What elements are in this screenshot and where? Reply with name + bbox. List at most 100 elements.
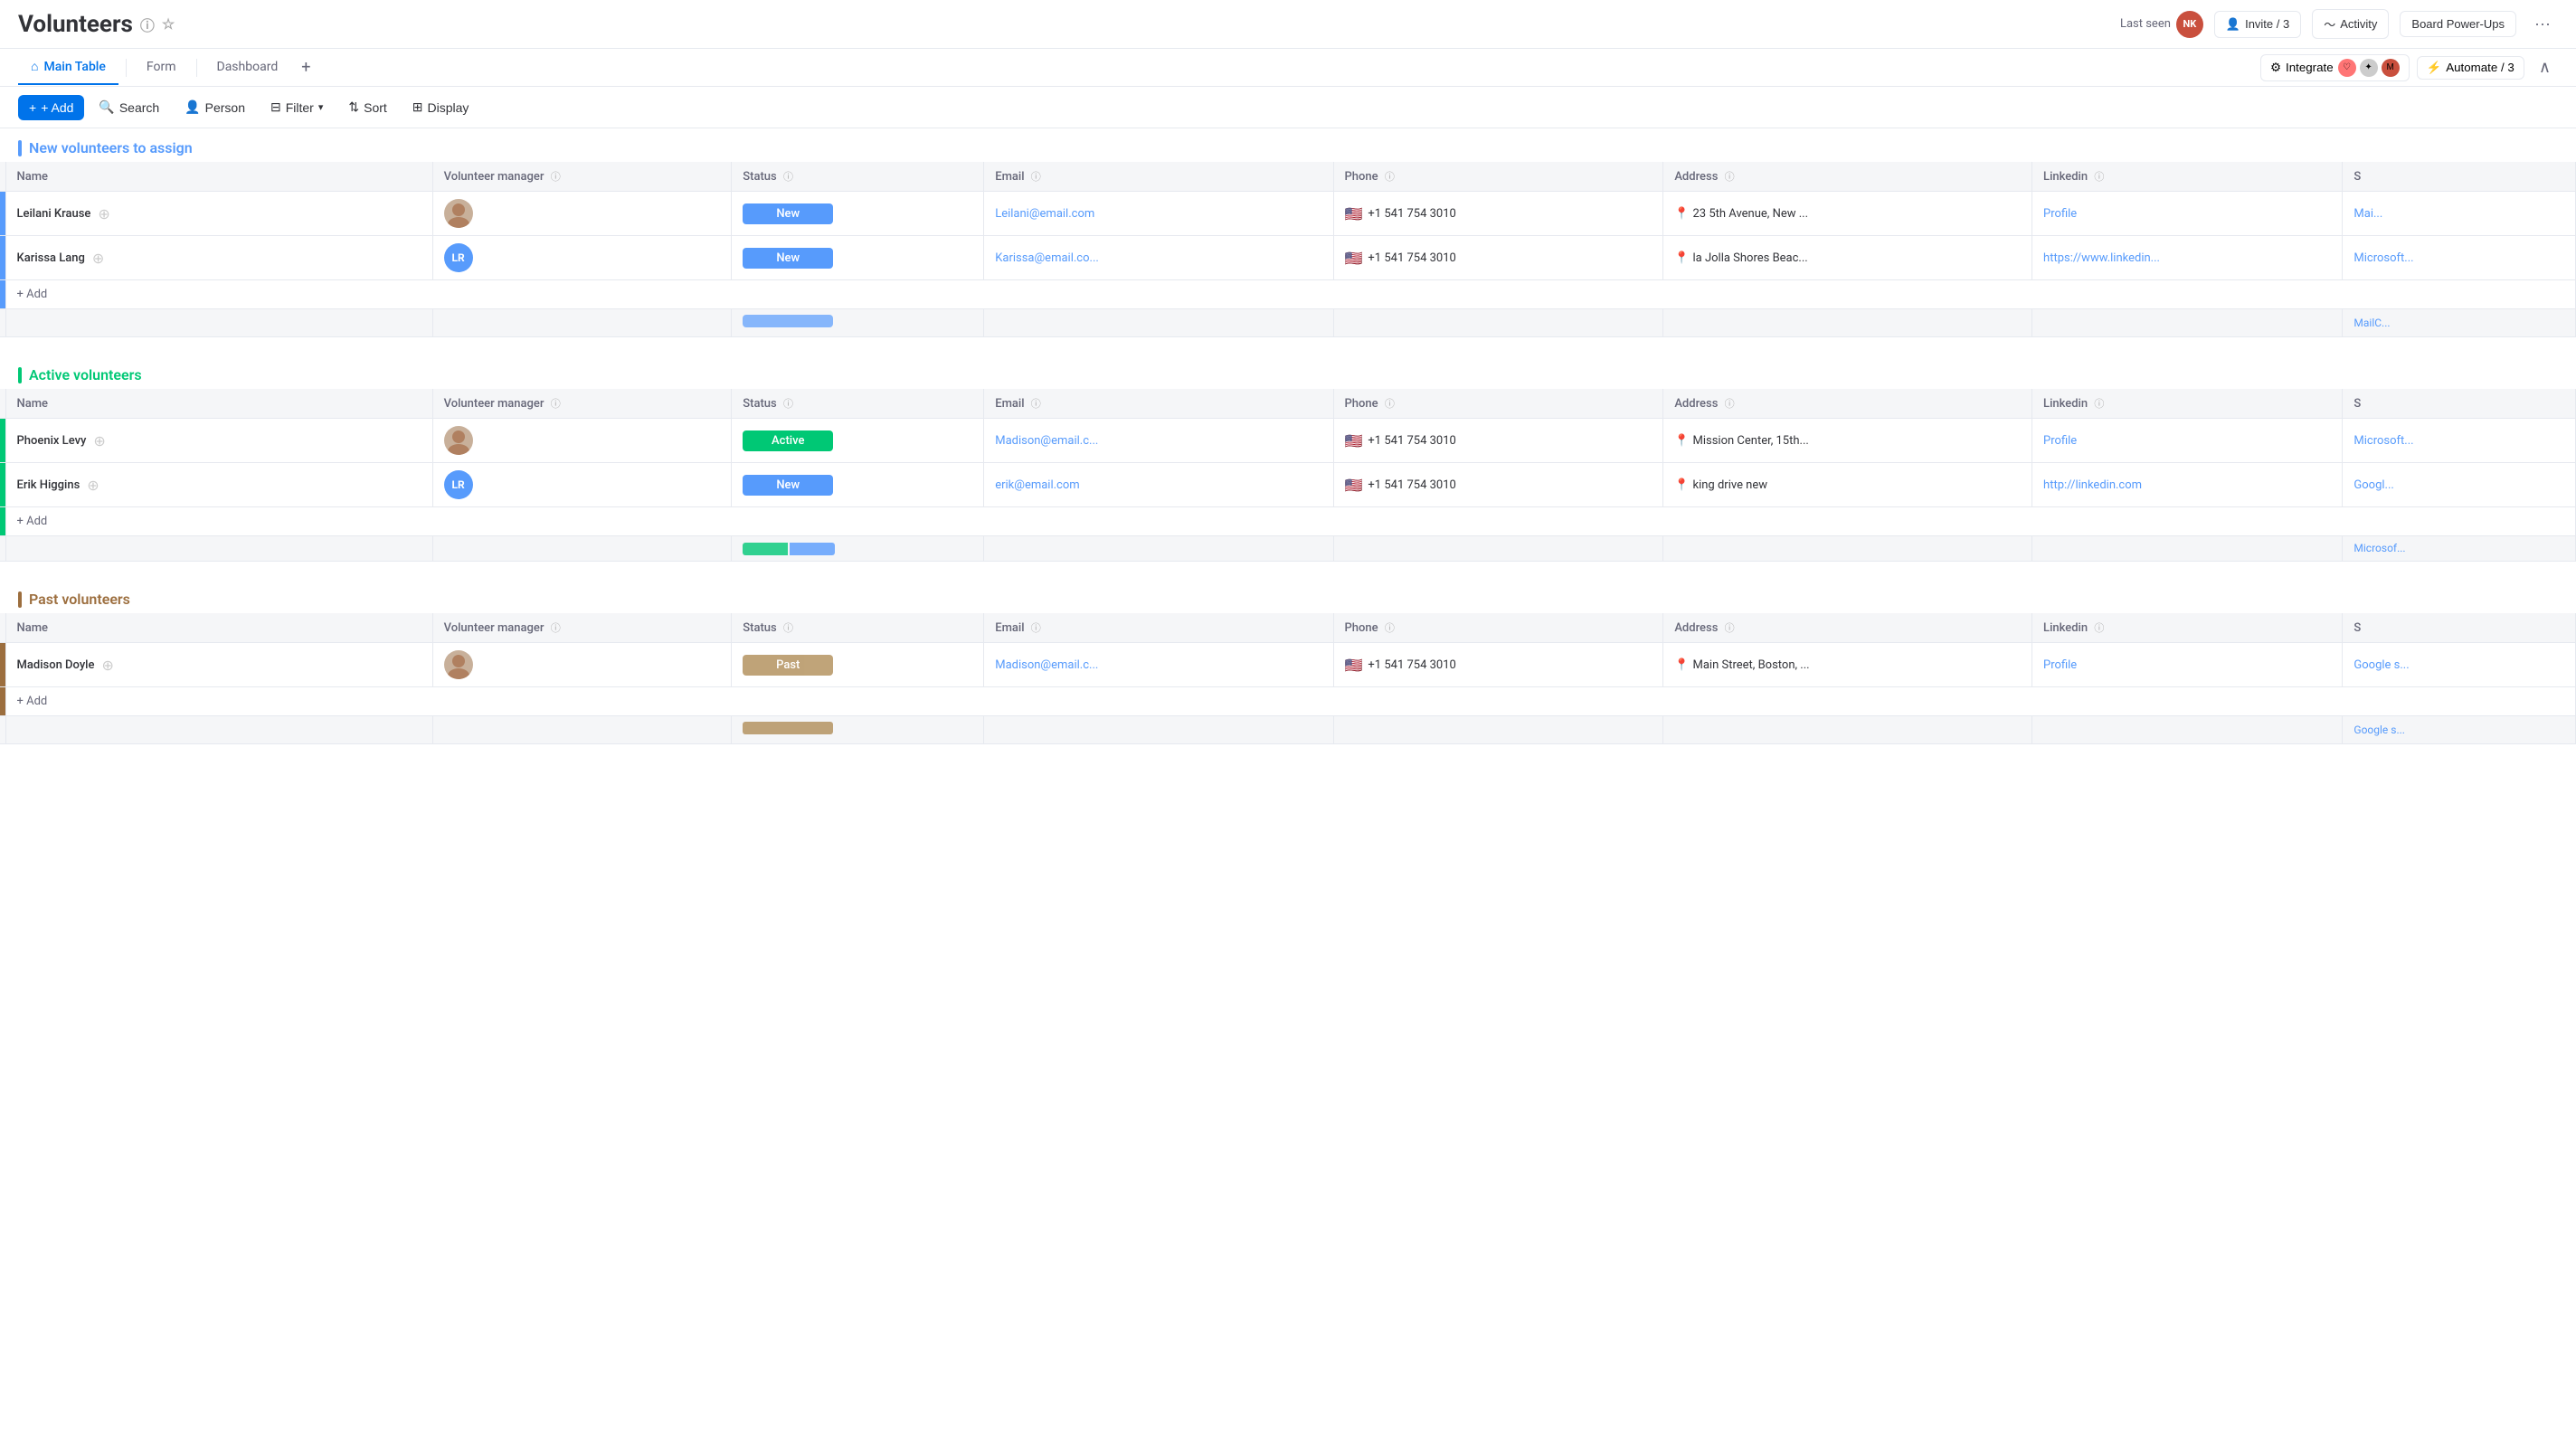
add-row-cell-past[interactable]: + Add xyxy=(5,687,2576,716)
table-row[interactable]: Leilani Krause ⊕ xyxy=(0,192,2576,236)
more-options-button[interactable]: ··· xyxy=(2527,9,2558,39)
flag-icon-2: 🇺🇸 xyxy=(1345,250,1363,267)
group-active-volunteers: Active volunteers Name Volunteer manager… xyxy=(0,355,2576,562)
add-row-cell-active[interactable]: + Add xyxy=(5,507,2576,536)
add-subitem-icon-active-2[interactable]: ⊕ xyxy=(87,477,99,494)
th-name-active: Name xyxy=(5,389,432,419)
add-row-cell-new[interactable]: + Add xyxy=(5,280,2576,309)
display-button[interactable]: ⊞ Display xyxy=(402,94,480,120)
info-icon[interactable]: ⓘ xyxy=(140,14,155,35)
th-linkedin-active: Linkedin ⓘ xyxy=(2032,389,2343,419)
th-linkedin-info-active[interactable]: ⓘ xyxy=(2094,398,2104,410)
email-link-2[interactable]: Karissa@email.co... xyxy=(995,251,1099,265)
board-powerups-button[interactable]: Board Power-Ups xyxy=(2400,11,2516,37)
linkedin-link-1[interactable]: Profile xyxy=(2043,207,2077,221)
filter-button[interactable]: ⊟ Filter ▾ xyxy=(260,94,334,120)
group-new-title[interactable]: New volunteers to assign xyxy=(29,139,193,156)
tab-main-table[interactable]: ⌂ Main Table xyxy=(18,50,118,85)
invite-button[interactable]: 👤 Invite / 3 xyxy=(2214,11,2301,38)
th-status-info-icon[interactable]: ⓘ xyxy=(783,171,793,183)
th-manager-info-active[interactable]: ⓘ xyxy=(551,398,561,410)
th-phone-info-icon[interactable]: ⓘ xyxy=(1385,171,1395,183)
table-row[interactable]: Erik Higgins ⊕ LR New erik@email.com xyxy=(0,463,2576,507)
address-cell-active-2: 📍 king drive new xyxy=(1674,478,2021,492)
email-link-1[interactable]: Leilani@email.com xyxy=(995,207,1094,221)
table-row[interactable]: Madison Doyle ⊕ xyxy=(0,643,2576,687)
sort-button[interactable]: ⇅ Sort xyxy=(337,94,397,120)
app-title-area: Volunteers ⓘ ☆ xyxy=(18,11,175,38)
add-label: + Add xyxy=(41,100,73,115)
summary-row-new: MailC... xyxy=(0,309,2576,337)
phone-cell-active-2: 🇺🇸 +1 541 754 3010 xyxy=(1345,477,1653,494)
th-email-past: Email ⓘ xyxy=(984,613,1333,643)
th-address-info-icon[interactable]: ⓘ xyxy=(1725,171,1735,183)
th-email-info-active[interactable]: ⓘ xyxy=(1031,398,1041,410)
add-subitem-icon-1[interactable]: ⊕ xyxy=(98,205,109,222)
add-button[interactable]: + + Add xyxy=(18,95,84,120)
add-row-new[interactable]: + Add xyxy=(0,280,2576,309)
th-address-info-past[interactable]: ⓘ xyxy=(1725,622,1735,634)
cell-address-active-1: 📍 Mission Center, 15th... xyxy=(1663,419,2032,463)
automate-button[interactable]: ⚡ Automate / 3 xyxy=(2417,56,2524,80)
cell-phone-past-1: 🇺🇸 +1 541 754 3010 xyxy=(1333,643,1663,687)
add-tab-button[interactable]: + xyxy=(294,49,317,86)
email-link-past-1[interactable]: Madison@email.c... xyxy=(995,658,1098,672)
cell-phone-active-1: 🇺🇸 +1 541 754 3010 xyxy=(1333,419,1663,463)
tab-form[interactable]: Form xyxy=(134,51,189,85)
address-text-1: 23 5th Avenue, New ... xyxy=(1693,207,1809,221)
add-subitem-icon-2[interactable]: ⊕ xyxy=(92,250,104,267)
tab-form-label: Form xyxy=(147,60,176,74)
th-email-info-past[interactable]: ⓘ xyxy=(1031,622,1041,634)
person-filter-icon: 👤 xyxy=(185,99,200,115)
th-s: S xyxy=(2343,162,2576,192)
activity-label: Activity xyxy=(2340,17,2377,31)
cell-name-2: Karissa Lang ⊕ xyxy=(5,236,432,280)
summary-status-past xyxy=(732,716,984,744)
group-active-title[interactable]: Active volunteers xyxy=(29,366,142,383)
th-manager-info-icon[interactable]: ⓘ xyxy=(551,171,561,183)
group-new-volunteers: New volunteers to assign Name Volunteer … xyxy=(0,128,2576,337)
summary-phone-new xyxy=(1333,309,1663,337)
th-status-info-past[interactable]: ⓘ xyxy=(783,622,793,634)
email-link-active-2[interactable]: erik@email.com xyxy=(995,478,1079,492)
integrate-button[interactable]: ⚙ Integrate ♡ ✦ M xyxy=(2260,54,2410,81)
phone-num-past-1: +1 541 754 3010 xyxy=(1368,658,1455,672)
cell-address-1: 📍 23 5th Avenue, New ... xyxy=(1663,192,2032,236)
tab-dashboard[interactable]: Dashboard xyxy=(204,51,291,85)
email-link-active-1[interactable]: Madison@email.c... xyxy=(995,434,1098,448)
linkedin-link-2[interactable]: https://www.linkedin... xyxy=(2043,251,2160,265)
th-address-info-active[interactable]: ⓘ xyxy=(1725,398,1735,410)
table-row[interactable]: Phoenix Levy ⊕ xyxy=(0,419,2576,463)
summary-manager-active xyxy=(432,536,732,562)
add-subitem-icon-past-1[interactable]: ⊕ xyxy=(101,657,113,674)
manager-avatar-2: LR xyxy=(444,243,473,272)
filter-icon: ⊟ xyxy=(270,99,281,115)
group-past-table-wrapper: Name Volunteer manager ⓘ Status ⓘ Email … xyxy=(0,613,2576,744)
cell-manager-active-2: LR xyxy=(432,463,732,507)
activity-button[interactable]: 〜 Activity xyxy=(2312,9,2389,39)
th-linkedin-info-icon[interactable]: ⓘ xyxy=(2094,171,2104,183)
add-row-past[interactable]: + Add xyxy=(0,687,2576,716)
invite-label: Invite / 3 xyxy=(2245,17,2289,31)
linkedin-link-past-1[interactable]: Profile xyxy=(2043,658,2077,672)
th-phone-info-active[interactable]: ⓘ xyxy=(1385,398,1395,410)
cell-email-2: Karissa@email.co... xyxy=(984,236,1333,280)
group-past-title[interactable]: Past volunteers xyxy=(29,591,130,608)
name-text-active-1: Phoenix Levy xyxy=(17,434,87,448)
th-email-active: Email ⓘ xyxy=(984,389,1333,419)
star-icon[interactable]: ☆ xyxy=(162,15,175,33)
add-subitem-icon-active-1[interactable]: ⊕ xyxy=(93,432,105,449)
th-linkedin-info-past[interactable]: ⓘ xyxy=(2094,622,2104,634)
th-phone-info-past[interactable]: ⓘ xyxy=(1385,622,1395,634)
th-email-info-icon[interactable]: ⓘ xyxy=(1031,171,1041,183)
th-status-info-active[interactable]: ⓘ xyxy=(783,398,793,410)
linkedin-link-active-1[interactable]: Profile xyxy=(2043,434,2077,448)
th-manager-info-past[interactable]: ⓘ xyxy=(551,622,561,634)
collapse-button[interactable]: ∧ xyxy=(2532,52,2558,82)
person-filter-button[interactable]: 👤 Person xyxy=(174,94,256,120)
location-icon-active-1: 📍 xyxy=(1674,434,1689,448)
search-button[interactable]: 🔍 Search xyxy=(88,94,170,120)
table-row[interactable]: Karissa Lang ⊕ LR New Karissa@email.co..… xyxy=(0,236,2576,280)
linkedin-link-active-2[interactable]: http://linkedin.com xyxy=(2043,478,2142,492)
add-row-active[interactable]: + Add xyxy=(0,507,2576,536)
